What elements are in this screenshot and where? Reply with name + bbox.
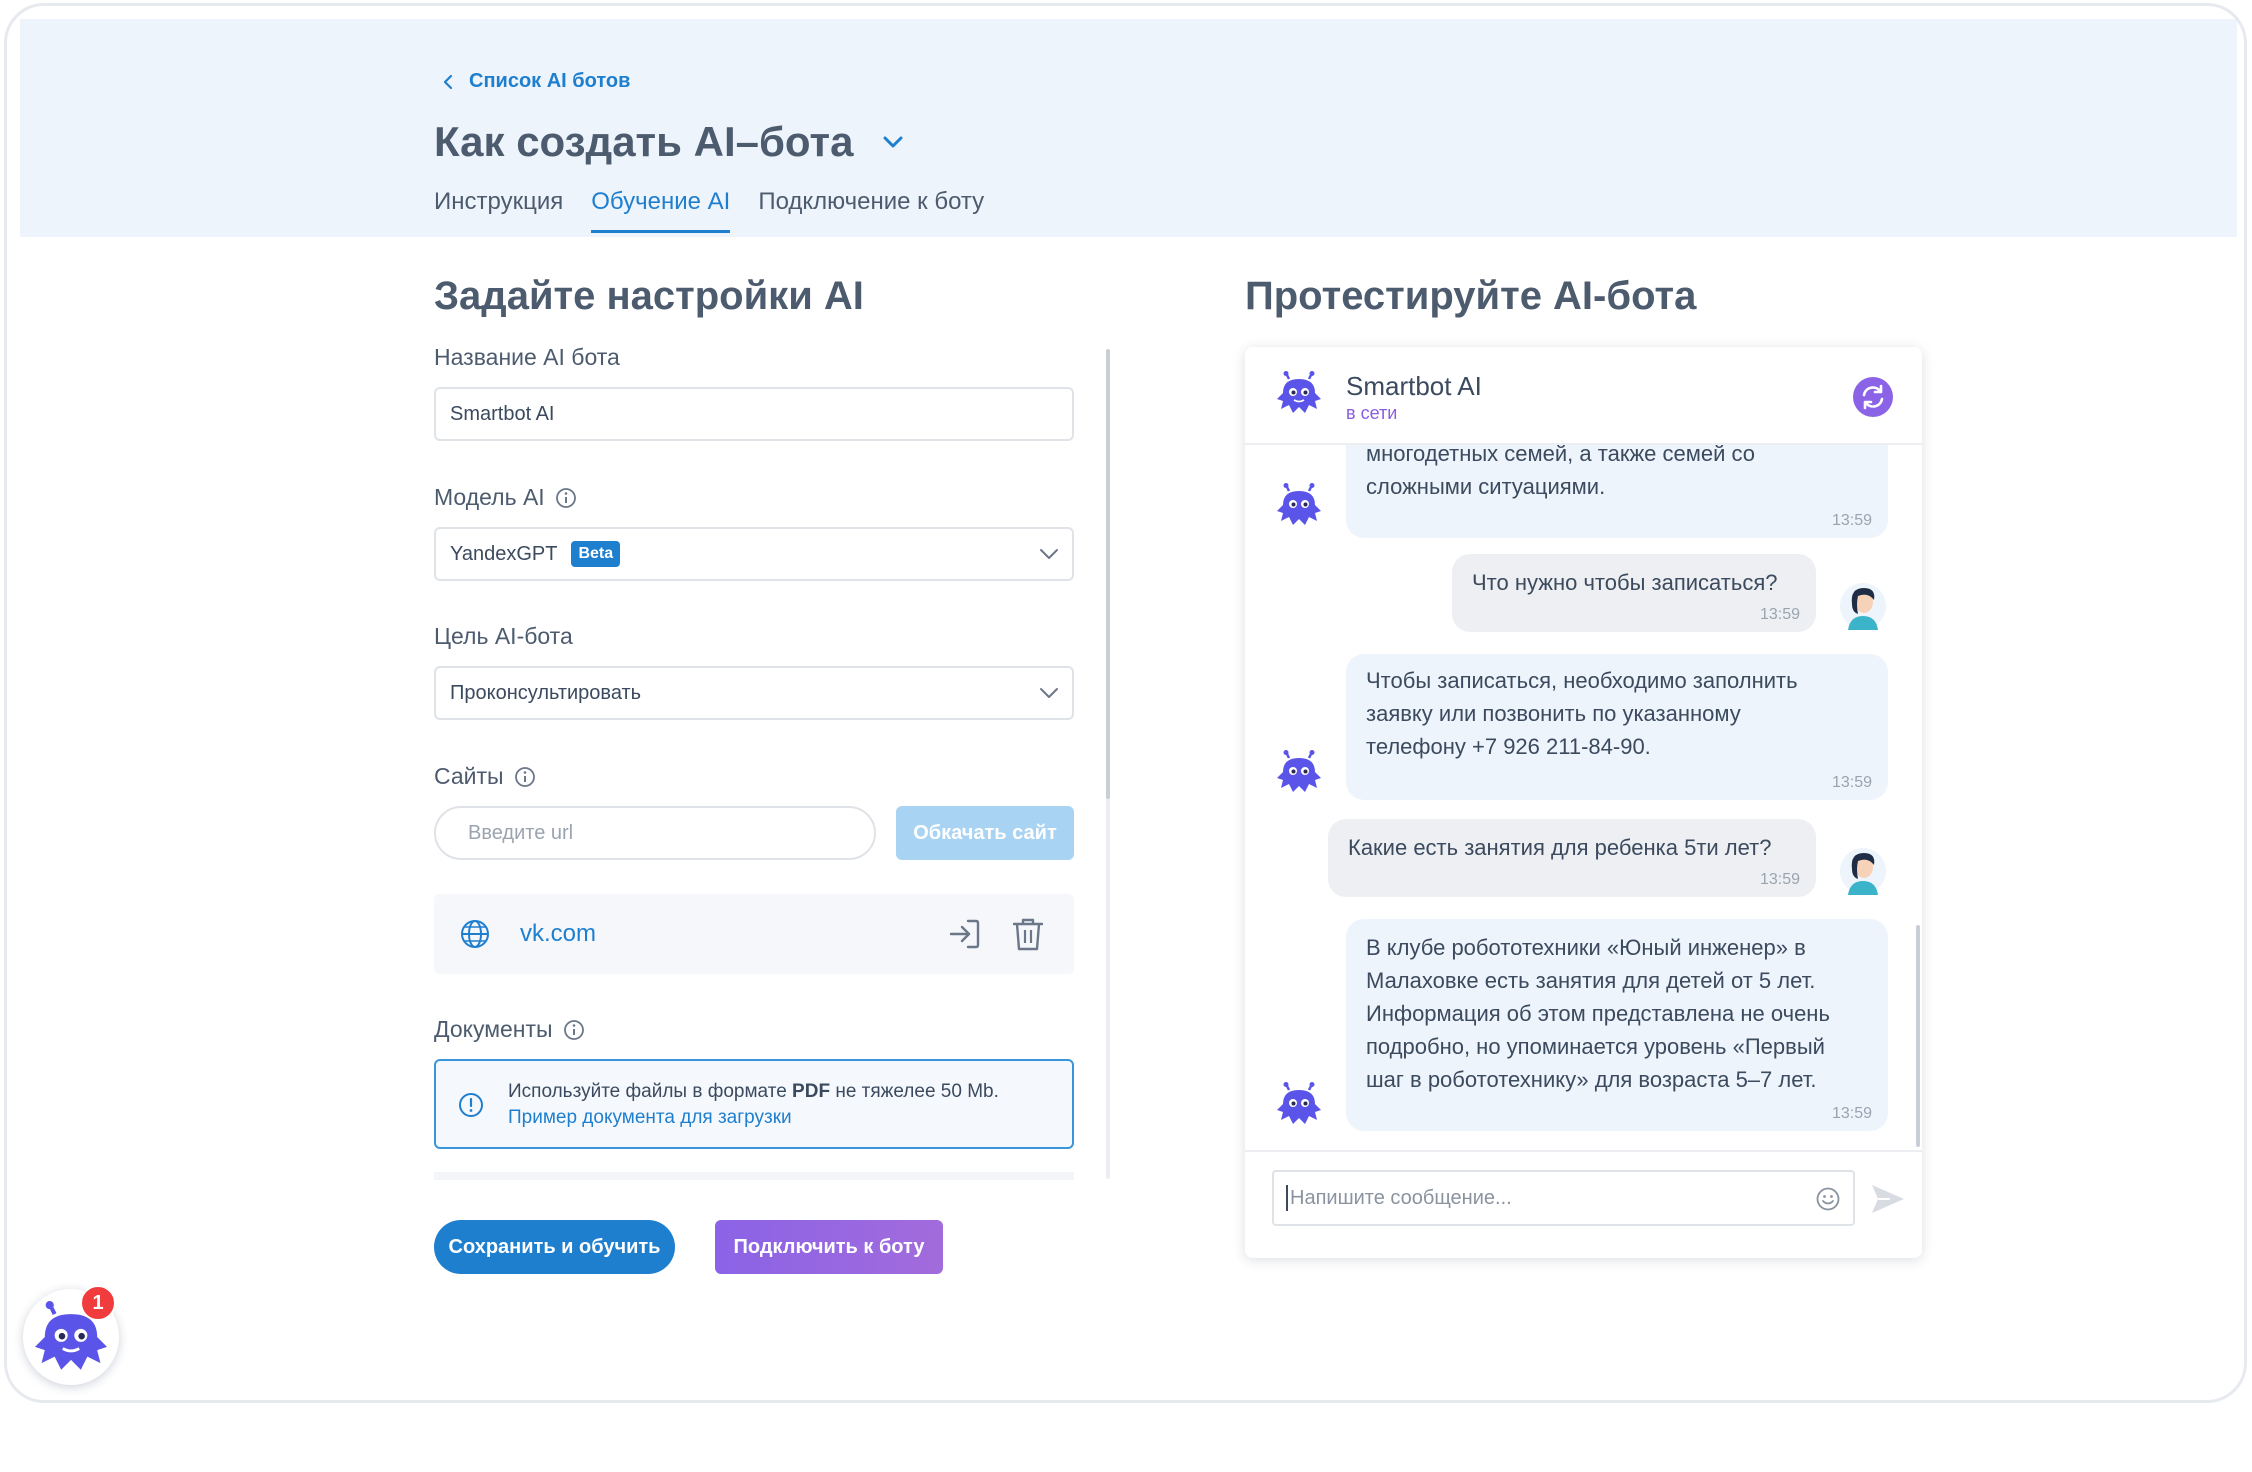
sites-label-text: Сайты	[434, 763, 504, 789]
message-time: 13:59	[1759, 871, 1800, 888]
documents-note-text: Используйте файлы в формате PDF не тяжел…	[508, 1081, 999, 1103]
message-line: Малаховке есть занятия для детей от 5 ле…	[1366, 968, 1816, 993]
tab-instruction[interactable]: Инструкция	[434, 188, 563, 233]
chat-bot-status: в сети	[1346, 403, 1398, 423]
support-chat-launcher[interactable]: 1	[23, 1285, 119, 1385]
chat-bot-name: Smartbot AI	[1346, 371, 1482, 401]
message-bot: Чтобы записаться, необходимо заполнить з…	[1346, 654, 1888, 800]
tab-bot-connection[interactable]: Подключение к боту	[758, 188, 984, 233]
message-input-placeholder: Напишите сообщение...	[1290, 1186, 1512, 1209]
sites-label: Сайты	[434, 763, 536, 790]
model-select[interactable]: YandexGPT Beta	[434, 527, 1074, 581]
docs-note-prefix: Используйте файлы в формате	[508, 1081, 787, 1102]
chat-widget: Smartbot AI в сети многодетных семей, а …	[1245, 347, 1922, 1258]
bot-name-label: Название AI бота	[434, 344, 620, 371]
message-line: сложными ситуациями.	[1366, 474, 1606, 499]
page-title-text: Как создать AI–бота	[434, 118, 854, 165]
model-label: Модель AI	[434, 484, 577, 511]
header-band	[20, 19, 2237, 237]
message-time: 13:59	[1831, 774, 1872, 791]
crawl-site-button[interactable]: Обкачать сайт	[896, 806, 1074, 860]
message-bot: многодетных семей, а также семей со слож…	[1346, 445, 1888, 538]
chevron-down-icon	[1040, 549, 1058, 559]
goal-select-value: Проконсультировать	[450, 681, 642, 704]
refresh-icon[interactable]	[1853, 377, 1893, 417]
message-user: Какие есть занятия для ребенка 5ти лет? …	[1328, 819, 1816, 897]
info-icon[interactable]	[563, 1019, 585, 1041]
list-fade-divider	[434, 1172, 1074, 1180]
emoji-icon[interactable]	[1815, 1186, 1841, 1212]
settings-scrollbar[interactable]	[1106, 349, 1110, 1179]
message-line: Что нужно чтобы записаться?	[1472, 570, 1778, 595]
site-url-link[interactable]: vk.com	[520, 920, 596, 948]
message-time: 13:59	[1831, 512, 1872, 529]
warning-circle-icon	[459, 1093, 483, 1117]
message-time: 13:59	[1759, 606, 1800, 623]
chat-scrollbar-thumb[interactable]	[1916, 925, 1920, 1147]
info-icon[interactable]	[514, 766, 536, 788]
example-document-link[interactable]: Пример документа для загрузки	[508, 1107, 792, 1129]
chevron-down-icon[interactable]	[879, 132, 907, 152]
documents-info-note: Используйте файлы в формате PDF не тяжел…	[434, 1059, 1074, 1149]
trash-icon[interactable]	[1010, 915, 1046, 953]
message-line: подробно, но упоминается уровень «Первый	[1366, 1034, 1825, 1059]
model-select-value: YandexGPT	[450, 542, 558, 565]
user-avatar-icon	[1840, 848, 1886, 895]
sign-in-icon[interactable]	[946, 915, 984, 953]
robot-avatar-icon	[1277, 371, 1321, 413]
robot-avatar-icon	[1277, 750, 1321, 792]
docs-note-suffix: не тяжелее 50 Mb.	[835, 1081, 999, 1102]
page-title: Как создать AI–бота	[434, 118, 907, 166]
chat-section-title: Протестируйте AI-бота	[1245, 274, 1697, 318]
message-user: Что нужно чтобы записаться? 13:59	[1452, 554, 1816, 632]
site-list-item: vk.com	[434, 894, 1074, 974]
message-line: телефону +7 926 211-84-90.	[1366, 734, 1651, 759]
user-avatar-icon	[1840, 583, 1886, 630]
chevron-down-icon	[1040, 688, 1058, 698]
tab-bar: Инструкция Обучение AI Подключение к бот…	[434, 188, 984, 233]
send-icon[interactable]	[1870, 1182, 1906, 1216]
chat-composer: Напишите сообщение...	[1245, 1150, 1922, 1258]
back-to-bot-list-link[interactable]: Список AI ботов	[441, 70, 630, 93]
robot-avatar-icon	[1277, 1082, 1321, 1124]
site-url-input[interactable]: Введите url	[434, 806, 876, 860]
notification-count-badge: 1	[80, 1285, 116, 1321]
message-line: заявку или позвонить по указанному	[1366, 701, 1741, 726]
message-list[interactable]: многодетных семей, а также семей со слож…	[1245, 445, 1922, 1150]
robot-avatar-icon	[1277, 483, 1321, 525]
tab-ai-training[interactable]: Обучение AI	[591, 188, 731, 233]
message-line: Информация об этом представлена не очень	[1366, 1001, 1830, 1026]
connect-to-bot-button[interactable]: Подключить к боту	[715, 1220, 943, 1274]
message-line: шаг в робототехнику» для возраста 5–7 ле…	[1366, 1067, 1817, 1092]
model-label-text: Модель AI	[434, 484, 545, 510]
settings-section-title: Задайте настройки AI	[434, 274, 864, 318]
info-icon[interactable]	[555, 487, 577, 509]
bot-name-input[interactable]: Smartbot AI	[434, 387, 1074, 441]
message-line: В клубе робототехники «Юный инженер» в	[1366, 935, 1806, 960]
message-time: 13:59	[1831, 1105, 1872, 1122]
message-line: Какие есть занятия для ребенка 5ти лет?	[1348, 835, 1772, 860]
message-line: Чтобы записаться, необходимо заполнить	[1366, 668, 1798, 693]
goal-label-text: Цель AI-бота	[434, 623, 573, 649]
message-bot: В клубе робототехники «Юный инженер» в М…	[1346, 919, 1888, 1131]
bot-name-label-text: Название AI бота	[434, 344, 620, 370]
message-line: многодетных семей, а также семей со	[1366, 445, 1755, 466]
back-link-label: Список AI ботов	[469, 70, 631, 92]
app-frame: Список AI ботов Как создать AI–бота Инст…	[4, 3, 2247, 1403]
chevron-left-icon	[443, 74, 453, 89]
chat-header: Smartbot AI в сети	[1245, 347, 1922, 445]
message-input[interactable]: Напишите сообщение...	[1272, 1170, 1855, 1226]
beta-badge: Beta	[571, 541, 621, 567]
settings-scrollbar-thumb[interactable]	[1106, 349, 1110, 799]
documents-label-text: Документы	[434, 1016, 553, 1042]
goal-label: Цель AI-бота	[434, 623, 573, 650]
goal-select[interactable]: Проконсультировать	[434, 666, 1074, 720]
documents-label: Документы	[434, 1016, 585, 1043]
docs-note-format: PDF	[792, 1081, 831, 1102]
text-cursor	[1286, 1185, 1288, 1211]
save-and-train-button[interactable]: Сохранить и обучить	[434, 1220, 675, 1274]
globe-icon	[461, 920, 489, 948]
